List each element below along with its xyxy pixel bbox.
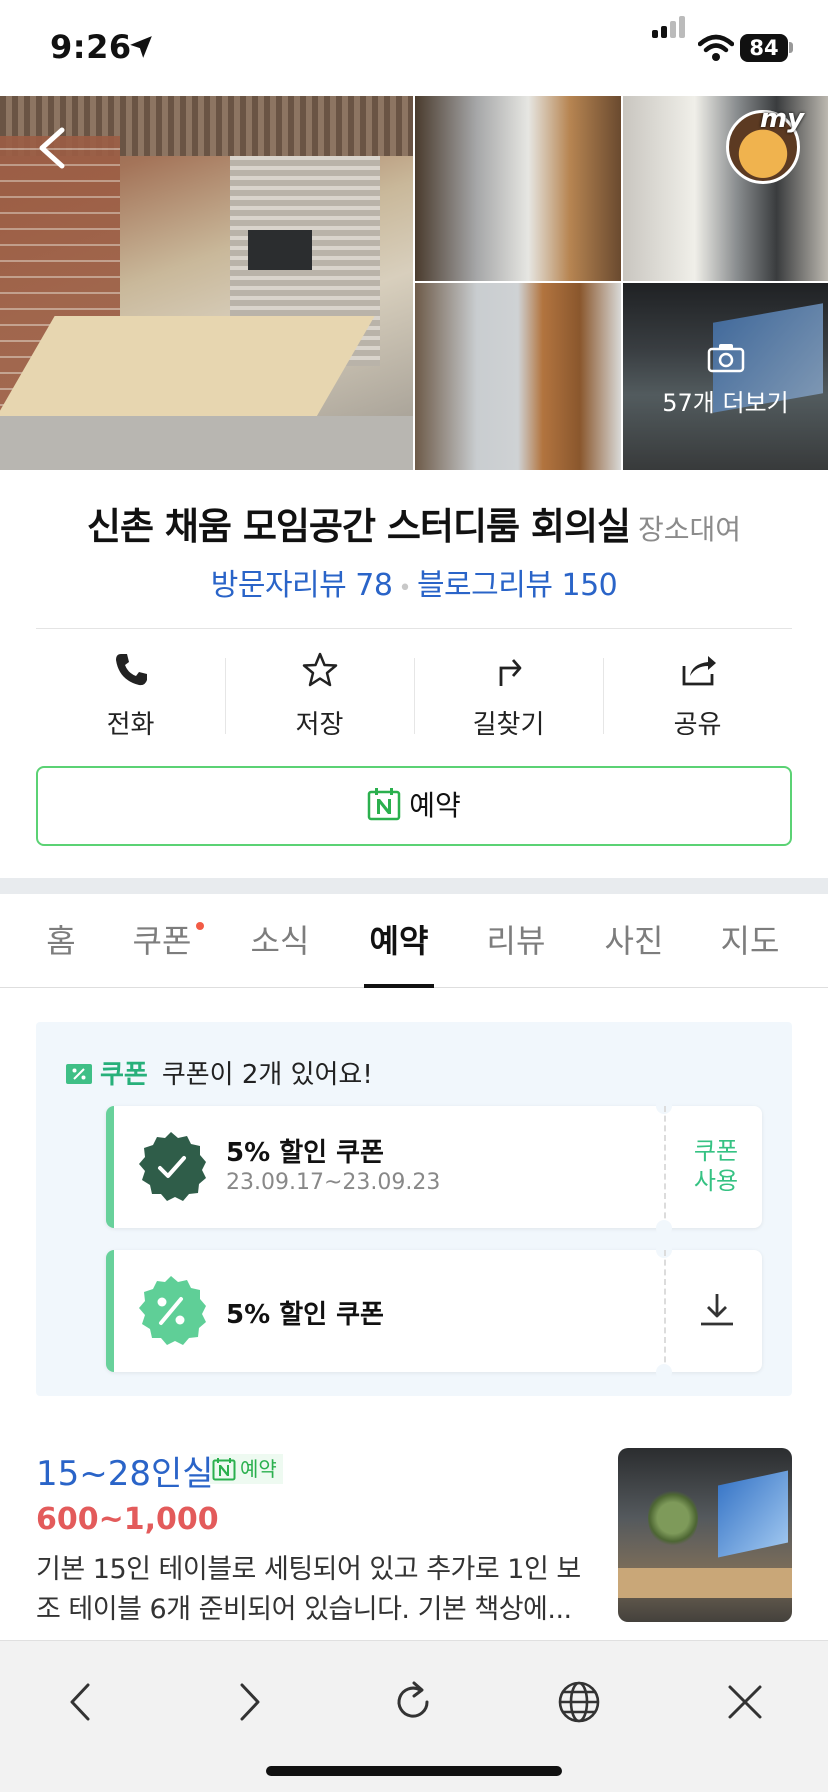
photo-thumbnail[interactable] — [415, 96, 621, 281]
share-icon — [682, 656, 716, 686]
place-category: 장소대여 — [638, 513, 742, 546]
share-label: 공유 — [673, 710, 722, 740]
photo-thumbnail[interactable] — [415, 283, 621, 470]
room-thumbnail[interactable] — [618, 1448, 792, 1622]
refresh-icon[interactable] — [390, 1679, 436, 1725]
separator-dot: • — [398, 576, 411, 601]
wifi-icon — [698, 34, 734, 61]
coupon-tag: 쿠폰 — [100, 1060, 148, 1090]
tab-reviews[interactable]: 리뷰 — [484, 894, 548, 988]
home-indicator — [266, 1766, 562, 1776]
action-bar: 전화 저장 길찾기 공유 — [36, 650, 792, 740]
coupon-notch — [656, 1220, 672, 1236]
battery-cap-icon — [789, 42, 793, 53]
coupon-name: 5% 할인 쿠폰 — [226, 1300, 384, 1330]
blog-reviews-link[interactable]: 블로그리뷰 150 — [417, 568, 618, 603]
reservation-badge-label: 예약 — [240, 1457, 277, 1481]
camera-icon — [707, 344, 745, 373]
forward-icon[interactable] — [226, 1679, 272, 1725]
coupon-card: 5% 할인 쿠폰 — [106, 1242, 762, 1380]
coupon-summary: 쿠폰이 2개 있어요! — [161, 1060, 373, 1090]
place-name: 신촌 채움 모임공간 스터디룸 회의실 — [86, 505, 631, 548]
save-button[interactable]: 저장 — [225, 650, 414, 740]
save-label: 저장 — [295, 710, 344, 740]
tab-coupon[interactable]: 쿠폰 — [130, 894, 204, 988]
tab-news-label: 소식 — [250, 922, 310, 960]
active-tab-underline — [364, 984, 434, 988]
call-button[interactable]: 전화 — [36, 650, 225, 740]
tab-reviews-label: 리뷰 — [486, 922, 546, 960]
coupon-card: 5% 할인 쿠폰 23.09.17~23.09.23 쿠폰 사용 — [106, 1098, 762, 1236]
globe-icon[interactable] — [556, 1679, 602, 1725]
coupon-header: 쿠폰 쿠폰이 2개 있어요! — [66, 1054, 373, 1091]
location-arrow-icon — [130, 36, 152, 58]
reserve-button[interactable]: 예약 — [36, 766, 792, 846]
close-icon[interactable] — [722, 1679, 768, 1725]
reservation-badge: 예약 — [210, 1454, 283, 1484]
more-photos-label: 57개 더보기 — [662, 389, 789, 417]
share-button[interactable]: 공유 — [603, 650, 792, 740]
tab-reservation-label: 예약 — [369, 922, 429, 960]
coupon-section: 쿠폰 쿠폰이 2개 있어요! 5% 할인 쿠폰 23.09.17~23.09.23… — [36, 1022, 792, 1396]
coupon-percent-badge-icon — [139, 1276, 206, 1345]
tab-map[interactable]: 지도 — [718, 894, 782, 988]
reserve-label: 예약 — [409, 789, 461, 822]
naver-booking-icon — [367, 788, 401, 821]
battery-level: 84 — [740, 34, 788, 62]
room-name[interactable]: 15~28인실 — [36, 1446, 214, 1495]
download-icon[interactable] — [698, 1290, 736, 1328]
coupon-dates: 23.09.17~23.09.23 — [226, 1170, 441, 1195]
directions-label: 길찾기 — [472, 710, 545, 740]
visitor-reviews-link[interactable]: 방문자리뷰 78 — [211, 568, 393, 603]
room-listing[interactable]: 15~28인실 예약 600~1,000 기본 15인 테이블로 세팅되어 있고… — [36, 1446, 792, 1646]
review-links: 방문자리뷰 78 • 블로그리뷰 150 — [0, 560, 828, 604]
tab-news[interactable]: 소식 — [248, 894, 312, 988]
tab-reservation[interactable]: 예약 — [364, 894, 434, 988]
phone-icon — [115, 654, 147, 686]
tab-map-label: 지도 — [720, 922, 780, 960]
tab-photos-label: 사진 — [604, 922, 664, 960]
room-price: 600~1,000 — [36, 1502, 219, 1537]
coupon-perforation — [664, 1250, 666, 1372]
directions-button[interactable]: 길찾기 — [414, 650, 603, 740]
section-divider — [0, 878, 828, 894]
directions-icon — [499, 659, 521, 686]
coupon-notch — [656, 1364, 672, 1380]
tab-bar: 홈 쿠폰 소식 예약 리뷰 사진 지도 — [0, 894, 828, 988]
coupon-perforation — [664, 1106, 666, 1228]
back-chevron-icon[interactable] — [34, 126, 70, 170]
coupon-check-badge-icon — [139, 1132, 206, 1201]
tab-home-label: 홈 — [46, 922, 76, 960]
naver-booking-icon — [212, 1457, 236, 1480]
new-indicator-dot — [196, 922, 204, 930]
call-label: 전화 — [106, 710, 155, 740]
status-time: 9:26 — [50, 28, 132, 66]
divider — [36, 628, 792, 629]
coupon-name: 5% 할인 쿠폰 — [226, 1138, 384, 1168]
avatar-my-label: my — [760, 104, 805, 134]
star-icon — [302, 652, 337, 687]
tab-photos[interactable]: 사진 — [602, 894, 666, 988]
tab-home[interactable]: 홈 — [36, 894, 86, 988]
back-icon[interactable] — [58, 1679, 104, 1725]
tab-coupon-label: 쿠폰 — [132, 922, 192, 960]
room-description: 기본 15인 테이블로 세팅되어 있고 추가로 1인 보조 테이블 6개 준비되… — [36, 1554, 581, 1625]
use-coupon-button[interactable]: 쿠폰 사용 — [670, 1136, 762, 1196]
more-photos-button[interactable]: 57개 더보기 — [623, 283, 828, 470]
place-title-row: 신촌 채움 모임공간 스터디룸 회의실 장소대여 — [0, 496, 828, 550]
coupon-percent-icon — [66, 1063, 92, 1084]
status-bar: 9:26 84 — [0, 0, 828, 96]
